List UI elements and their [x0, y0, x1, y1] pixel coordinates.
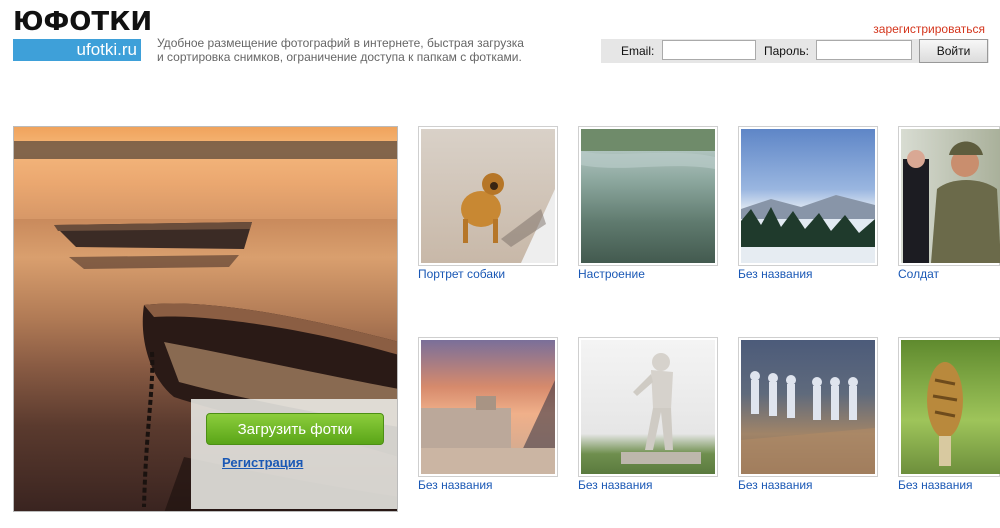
- tagline-line-1: Удобное размещение фотографий в интернет…: [157, 36, 524, 50]
- email-field[interactable]: [662, 40, 756, 60]
- thumbnail-image[interactable]: [741, 340, 875, 474]
- gallery-item[interactable]: Портрет собаки: [418, 126, 558, 281]
- thumbnail-image[interactable]: [421, 129, 555, 263]
- registration-link[interactable]: Регистрация: [222, 455, 303, 470]
- thumbnail-frame[interactable]: [418, 337, 558, 477]
- email-label: Email:: [621, 44, 655, 58]
- thumbnail-caption[interactable]: Без названия: [738, 267, 878, 281]
- thumbnail-frame[interactable]: [418, 126, 558, 266]
- lake-photo: [581, 129, 715, 169]
- logo-wordmark[interactable]: ЮФОТКИ: [13, 8, 152, 40]
- thumbnail-caption[interactable]: Без названия: [418, 478, 558, 492]
- thumbnail-caption[interactable]: Солдат: [898, 267, 1000, 281]
- gallery-item[interactable]: Без названия: [738, 126, 878, 281]
- thumbnail-image[interactable]: [581, 340, 715, 474]
- thumbnail-caption[interactable]: Без названия: [898, 478, 1000, 492]
- gallery-item[interactable]: Без названия: [418, 337, 558, 492]
- gallery-item[interactable]: Настроение: [578, 126, 718, 281]
- thumbnail-image[interactable]: [741, 129, 875, 263]
- password-field[interactable]: [816, 40, 912, 60]
- thumbnail-image[interactable]: [581, 129, 715, 263]
- gallery-item[interactable]: Без названия: [578, 337, 718, 492]
- thumbnail-caption[interactable]: Портрет собаки: [418, 267, 558, 281]
- gallery-item[interactable]: Без названия: [898, 337, 1000, 492]
- thumbnail-image[interactable]: [901, 340, 1000, 474]
- thumbnail-frame[interactable]: [578, 126, 718, 266]
- dog-photo: [461, 173, 555, 263]
- gallery-item[interactable]: Без названия: [738, 337, 878, 492]
- louvre-photo: [421, 380, 555, 474]
- register-link[interactable]: зарегистрироваться: [873, 22, 985, 36]
- thumbnail-caption[interactable]: Настроение: [578, 267, 718, 281]
- password-label: Пароль:: [764, 44, 809, 58]
- thumbnail-caption[interactable]: Без названия: [578, 478, 718, 492]
- thumbnail-frame[interactable]: [898, 126, 1000, 266]
- thumbnail-frame[interactable]: [898, 337, 1000, 477]
- hero-photo: Загрузить фотки Регистрация: [13, 126, 398, 512]
- tagline: Удобное размещение фотографий в интернет…: [157, 36, 577, 64]
- mountains-photo: [741, 195, 875, 263]
- soldier-photo: [903, 141, 1000, 263]
- logo-domain[interactable]: ufotki.ru: [13, 39, 141, 61]
- thumbnail-frame[interactable]: [738, 337, 878, 477]
- chess-soldiers-photo: [741, 371, 875, 474]
- gallery-item[interactable]: Солдат: [898, 126, 1000, 281]
- thumbnail-caption[interactable]: Без названия: [738, 478, 878, 492]
- tagline-line-2: и сортировка снимков, ограничение доступ…: [157, 50, 522, 64]
- mushroom-photo: [927, 362, 963, 466]
- thumbnail-frame[interactable]: [578, 337, 718, 477]
- thumbnail-frame[interactable]: [738, 126, 878, 266]
- thumbnail-image[interactable]: [421, 340, 555, 474]
- upload-photos-button[interactable]: Загрузить фотки: [206, 413, 384, 445]
- statue-photo: [621, 353, 701, 464]
- thumbnail-image[interactable]: [901, 129, 1000, 263]
- login-button[interactable]: Войти: [919, 39, 988, 63]
- hero-action-panel: Загрузить фотки Регистрация: [191, 399, 397, 509]
- login-form: Email: Пароль: Войти: [601, 39, 989, 63]
